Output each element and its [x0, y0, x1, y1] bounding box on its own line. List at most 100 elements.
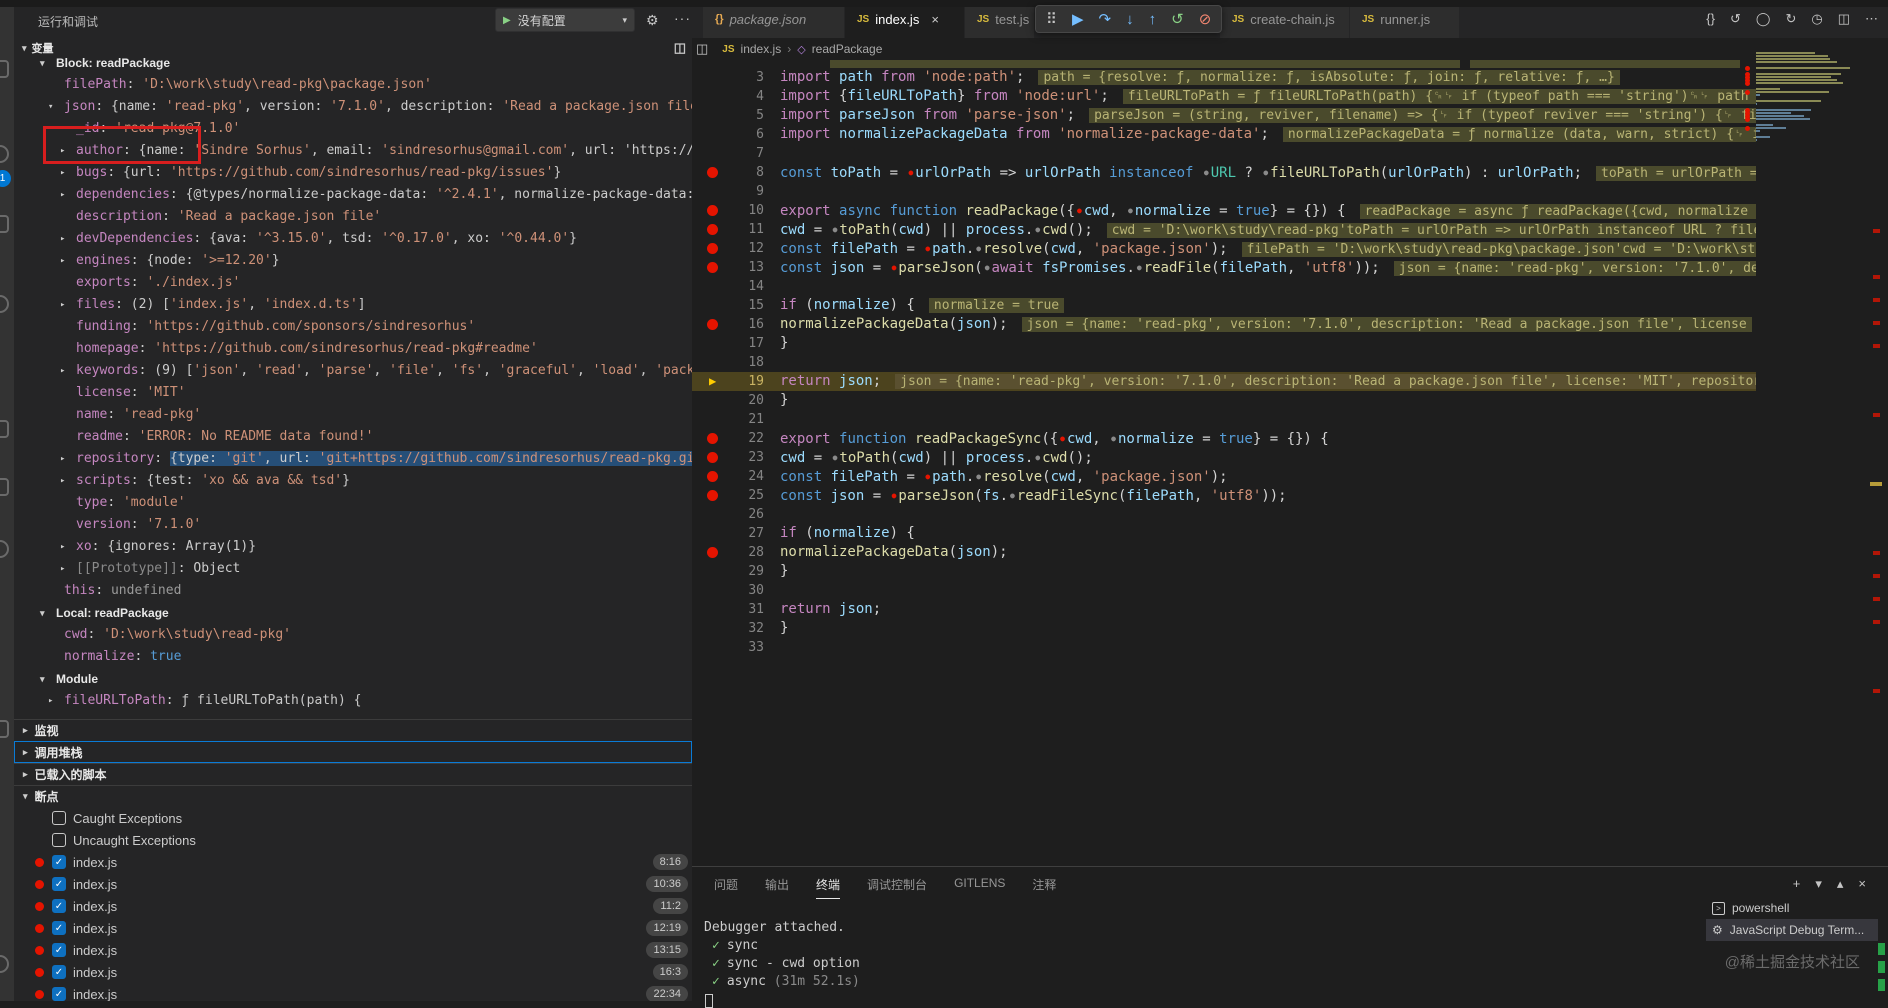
variable-row[interactable]: ▸[[Prototype]]: Object: [14, 558, 692, 580]
variable-row[interactable]: funding: 'https://github.com/sponsors/si…: [14, 316, 692, 338]
code-line[interactable]: 5import parseJson from 'parse-json';pars…: [692, 106, 1756, 125]
variable-row[interactable]: ▸xo: {ignores: Array(1)}: [14, 536, 692, 558]
chevron-down-icon[interactable]: ▾: [48, 96, 60, 118]
breakpoint-icon[interactable]: [707, 433, 718, 444]
timer-icon[interactable]: ◷: [1811, 11, 1822, 27]
code-line[interactable]: 29 }: [692, 562, 1756, 581]
panel-tab-输出[interactable]: 输出: [765, 876, 789, 899]
panel-tab-调试控制台[interactable]: 调试控制台: [867, 876, 927, 899]
chevron-right-icon[interactable]: ▸: [60, 228, 72, 250]
new-terminal-icon[interactable]: +: [1793, 876, 1801, 892]
exception-breakpoint-row[interactable]: Uncaught Exceptions: [14, 829, 692, 851]
checkbox-checked[interactable]: ✓: [52, 877, 66, 891]
variable-row[interactable]: ▸dependencies: {@types/normalize-package…: [14, 184, 692, 206]
activity-icon-partial[interactable]: [0, 295, 9, 313]
code-line[interactable]: 23 cwd = ●toPath(cwd) || process.●cwd();: [692, 448, 1756, 467]
code-line[interactable]: 27 if (normalize) {: [692, 524, 1756, 543]
breakpoint-icon[interactable]: [707, 224, 718, 235]
nav-forward-icon[interactable]: ↻: [1785, 11, 1796, 27]
chevron-down-icon[interactable]: ▾: [40, 602, 45, 624]
activity-bar[interactable]: 1: [0, 0, 14, 1001]
chevron-right-icon[interactable]: ▸: [60, 250, 72, 272]
checkbox-checked[interactable]: ✓: [52, 965, 66, 979]
section-header[interactable]: ▾断点: [14, 785, 692, 807]
checkbox-unchecked[interactable]: [52, 833, 66, 847]
variable-row[interactable]: ▸repository: {type: 'git', url: 'git+htt…: [14, 448, 692, 470]
code-line[interactable]: 25 const json = ●parseJson(fs.●readFileS…: [692, 486, 1756, 505]
terminal-scrollbar[interactable]: [1878, 943, 1885, 997]
chevron-right-icon[interactable]: ▸: [60, 360, 72, 382]
code-line[interactable]: 14: [692, 277, 1756, 296]
variable-row[interactable]: license: 'MIT': [14, 382, 692, 404]
step-over-icon[interactable]: ↷: [1099, 12, 1112, 27]
breakpoint-item[interactable]: ✓index.js10:36: [14, 873, 692, 895]
activity-icon-partial[interactable]: [0, 215, 9, 233]
code-line[interactable]: 13 const json = ●parseJson(●await fsProm…: [692, 258, 1756, 277]
chevron-right-icon[interactable]: ▸: [48, 690, 60, 712]
code-line[interactable]: 19▶ return json;json = {name: 'read-pkg'…: [692, 372, 1756, 391]
chevron-right-icon[interactable]: ▸: [60, 294, 72, 316]
start-debug-icon[interactable]: ▶: [503, 15, 511, 26]
panel-tab-GITLENS[interactable]: GITLENS: [954, 876, 1005, 899]
code-line[interactable]: 7: [692, 144, 1756, 163]
chevron-right-icon[interactable]: ▸: [60, 184, 72, 206]
breakpoint-icon[interactable]: [707, 243, 718, 254]
step-into-icon[interactable]: ↓: [1126, 12, 1134, 27]
terminal-output[interactable]: Debugger attached.✓sync✓sync - cwd optio…: [704, 919, 860, 1008]
close-icon[interactable]: ×: [931, 12, 939, 27]
breakpoint-icon[interactable]: [707, 205, 718, 216]
section-header[interactable]: ▸已载入的脚本: [14, 763, 692, 785]
code-line[interactable]: 15 if (normalize) {normalize = true: [692, 296, 1756, 315]
variable-row[interactable]: readme: 'ERROR: No README data found!': [14, 426, 692, 448]
variable-row[interactable]: ▸bugs: {url: 'https://github.com/sindres…: [14, 162, 692, 184]
code-line[interactable]: 31 return json;: [692, 600, 1756, 619]
code-line[interactable]: 32}: [692, 619, 1756, 638]
breakpoint-item[interactable]: ✓index.js22:34: [14, 983, 692, 1001]
scope-row[interactable]: ▾Module: [14, 668, 692, 690]
code-line[interactable]: 11 cwd = ●toPath(cwd) || process.●cwd();…: [692, 220, 1756, 239]
code-line[interactable]: 8const toPath = ●urlOrPath => urlOrPath …: [692, 163, 1756, 182]
variable-row[interactable]: homepage: 'https://github.com/sindresorh…: [14, 338, 692, 360]
code-line[interactable]: 20}: [692, 391, 1756, 410]
activity-icon-partial[interactable]: [0, 60, 9, 78]
drag-handle-icon[interactable]: ⠿: [1046, 12, 1057, 27]
code-line[interactable]: 30: [692, 581, 1756, 600]
variable-row[interactable]: filePath: 'D:\work\study\read-pkg\packag…: [14, 74, 692, 96]
terminal-list-item[interactable]: ⚙JavaScript Debug Term...: [1706, 919, 1878, 941]
variable-row[interactable]: ▸keywords: (9) ['json', 'read', 'parse',…: [14, 360, 692, 382]
variable-row[interactable]: ▸devDependencies: {ava: '^3.15.0', tsd: …: [14, 228, 692, 250]
variable-row[interactable]: ▸engines: {node: '>=12.20'}: [14, 250, 692, 272]
chevron-down-icon[interactable]: ▾: [40, 52, 45, 74]
step-out-icon[interactable]: ↑: [1149, 12, 1157, 27]
split-editor-icon[interactable]: ◫: [696, 41, 708, 57]
disconnect-icon[interactable]: ⊘: [1199, 12, 1212, 27]
checkbox-checked[interactable]: ✓: [52, 943, 66, 957]
chevron-right-icon[interactable]: ▸: [60, 558, 72, 580]
chevron-right-icon[interactable]: ▸: [60, 448, 72, 470]
checkbox-checked[interactable]: ✓: [52, 855, 66, 869]
chevron-down-icon[interactable]: ▾: [40, 668, 45, 690]
variable-row[interactable]: ▸scripts: {test: 'xo && ava && tsd'}: [14, 470, 692, 492]
chevron-right-icon[interactable]: ▸: [60, 536, 72, 558]
variable-row[interactable]: type: 'module': [14, 492, 692, 514]
breakpoint-item[interactable]: ✓index.js13:15: [14, 939, 692, 961]
checkbox-unchecked[interactable]: [52, 811, 66, 825]
panel-tab-终端[interactable]: 终端: [816, 876, 840, 899]
breakpoint-item[interactable]: ✓index.js8:16: [14, 851, 692, 873]
chevron-right-icon[interactable]: ▸: [60, 162, 72, 184]
breakpoint-icon[interactable]: [707, 319, 718, 330]
code-line[interactable]: 21: [692, 410, 1756, 429]
overview-ruler[interactable]: [1868, 45, 1884, 866]
activity-icon-partial[interactable]: [0, 540, 9, 558]
scope-row[interactable]: ▾Local: readPackage: [14, 602, 692, 624]
breakpoint-item[interactable]: ✓index.js12:19: [14, 917, 692, 939]
code-line[interactable]: 10export async function readPackage({●cw…: [692, 201, 1756, 220]
dropdown-icon[interactable]: ▾: [1815, 876, 1822, 892]
activity-icon-partial[interactable]: [0, 145, 9, 163]
code-line[interactable]: 17 }: [692, 334, 1756, 353]
close-panel-icon[interactable]: ×: [1858, 876, 1866, 892]
checkbox-checked[interactable]: ✓: [52, 899, 66, 913]
exception-breakpoint-row[interactable]: Caught Exceptions: [14, 807, 692, 829]
breadcrumb-symbol[interactable]: readPackage: [812, 42, 883, 56]
breakpoint-item[interactable]: ✓index.js16:3: [14, 961, 692, 983]
